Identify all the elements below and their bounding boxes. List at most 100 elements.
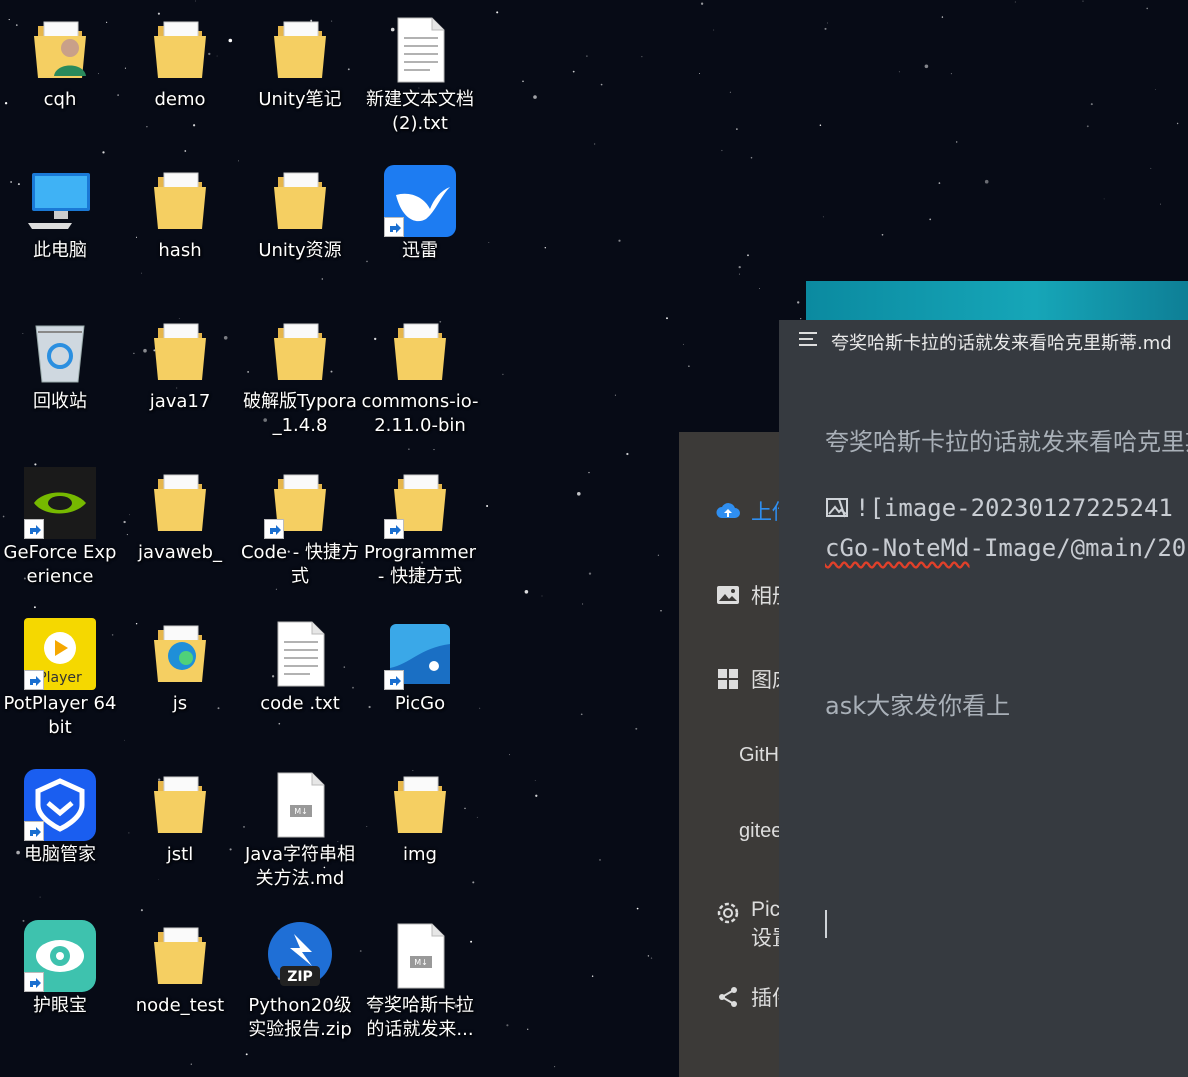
desktop-icon[interactable]: M↓ 夸奖哈斯卡拉的话就发来... bbox=[360, 906, 480, 1056]
desktop-icon-label: code .txt bbox=[260, 693, 340, 714]
desktop-icon-label: img bbox=[403, 844, 437, 865]
desktop-icon[interactable]: js bbox=[120, 604, 240, 754]
shortcut-arrow-icon bbox=[24, 519, 44, 539]
desktop-icon-label: jstl bbox=[166, 844, 194, 865]
editor-titlebar: 夸奖哈斯卡拉的话就发来看哈克里斯蒂.md bbox=[779, 320, 1188, 360]
folder-icon bbox=[144, 467, 216, 539]
document-heading[interactable]: 夸奖哈斯卡拉的话就发来看哈克里斯蒂 bbox=[825, 422, 1188, 457]
desktop-icon[interactable]: img bbox=[360, 755, 480, 905]
image-markdown-line-2[interactable]: cGo-NoteMd-Image/@main/20 bbox=[825, 534, 1186, 562]
desktop-icon-label: GeForce Experience bbox=[3, 542, 117, 587]
nvidia-icon bbox=[24, 467, 96, 539]
desktop-icon-label: Programmer - 快捷方式 bbox=[364, 542, 476, 587]
shortcut-arrow-icon bbox=[24, 972, 44, 992]
desktop-icon-label: demo bbox=[154, 89, 206, 110]
share-icon bbox=[715, 984, 741, 1010]
desktop-icon[interactable]: 护眼宝 bbox=[0, 906, 120, 1056]
desktop-icon-label: js bbox=[172, 693, 188, 714]
desktop-icon-label: Unity资源 bbox=[258, 240, 342, 261]
desktop-icon-label: PotPlayer 64 bit bbox=[3, 693, 117, 738]
paragraph-text[interactable]: ask大家发你看上 bbox=[825, 686, 1010, 721]
desktop-icon-label: commons-io-2.11.0-bin bbox=[361, 391, 479, 436]
desktop-icon[interactable]: Player PotPlayer 64 bit bbox=[0, 604, 120, 754]
broken-image-icon bbox=[825, 497, 851, 519]
desktop-icon[interactable]: 破解版Typora_1.4.8 bbox=[240, 302, 360, 452]
desktop-icon[interactable]: PicGo bbox=[360, 604, 480, 754]
svg-text:Player: Player bbox=[38, 670, 82, 686]
typora-editor-window: 夸奖哈斯卡拉的话就发来看哈克里斯蒂.md 夸奖哈斯卡拉的话就发来看哈克里斯蒂 !… bbox=[779, 320, 1188, 1077]
desktop-icon-label: Code - 快捷方式 bbox=[240, 542, 360, 587]
user-folder-icon bbox=[24, 14, 96, 86]
desktop-icon-label: 新建文本文档 (2).txt bbox=[366, 89, 474, 134]
desktop-icon-label: hash bbox=[158, 240, 202, 261]
desktop-icon[interactable]: cqh bbox=[0, 0, 120, 150]
folder-icon bbox=[384, 467, 456, 539]
desktop-icon[interactable]: javaweb_ bbox=[120, 453, 240, 603]
shortcut-arrow-icon bbox=[384, 670, 404, 690]
text-cursor bbox=[825, 910, 827, 938]
desktop-icon-label: 此电脑 bbox=[33, 240, 87, 261]
text-file-icon bbox=[264, 618, 336, 690]
desktop-icon[interactable]: 新建文本文档 (2).txt bbox=[360, 0, 480, 150]
image-url-text: -Image/@main/20 bbox=[969, 534, 1187, 562]
outline-toggle-icon[interactable] bbox=[799, 330, 821, 348]
shortcut-arrow-icon bbox=[384, 217, 404, 237]
shortcut-arrow-icon bbox=[24, 821, 44, 841]
folder-icon bbox=[264, 14, 336, 86]
spellcheck-error-text: cGo-NoteMd bbox=[825, 534, 970, 562]
desktop-icon[interactable]: hash bbox=[120, 151, 240, 301]
image-markdown-text: ![image-20230127225241 bbox=[855, 494, 1173, 522]
edge-folder-icon bbox=[144, 618, 216, 690]
desktop-icon[interactable]: 迅雷 bbox=[360, 151, 480, 301]
potplayer-icon: Player bbox=[24, 618, 96, 690]
shortcut-arrow-icon bbox=[24, 670, 44, 690]
folder-icon bbox=[144, 769, 216, 841]
markdown-file-icon: M↓ bbox=[384, 920, 456, 992]
gear-icon bbox=[715, 900, 741, 926]
desktop-icon-label: 破解版Typora_1.4.8 bbox=[243, 391, 357, 436]
desktop-icon-label: 迅雷 bbox=[402, 240, 438, 261]
cloud-upload-icon bbox=[715, 498, 741, 524]
desktop-icon[interactable]: Code - 快捷方式 bbox=[240, 453, 360, 603]
desktop-icon-label: Python20级实验报告.zip bbox=[248, 995, 352, 1040]
desktop-icon-label: javaweb_ bbox=[138, 542, 222, 563]
desktop-icon[interactable]: Unity笔记 bbox=[240, 0, 360, 150]
picgo-menu-label: gitee bbox=[739, 820, 783, 842]
desktop-icon[interactable]: node_test bbox=[120, 906, 240, 1056]
folder-icon bbox=[264, 165, 336, 237]
desktop-icon-label: PicGo bbox=[394, 693, 446, 714]
folder-icon bbox=[384, 769, 456, 841]
shortcut-arrow-icon bbox=[264, 519, 284, 539]
desktop-icon[interactable]: demo bbox=[120, 0, 240, 150]
desktop-icon[interactable]: java17 bbox=[120, 302, 240, 452]
desktop-icon[interactable]: 电脑管家 bbox=[0, 755, 120, 905]
desktop-icon-label: 电脑管家 bbox=[24, 844, 96, 865]
desktop-icon[interactable]: commons-io-2.11.0-bin bbox=[360, 302, 480, 452]
picgo-icon bbox=[384, 618, 456, 690]
desktop-icon-label: node_test bbox=[135, 995, 225, 1016]
grid-icon bbox=[715, 666, 741, 692]
svg-text:ZIP: ZIP bbox=[287, 969, 313, 985]
desktop-icon[interactable]: 回收站 bbox=[0, 302, 120, 452]
desktop-icon[interactable]: code .txt bbox=[240, 604, 360, 754]
desktop-icon[interactable]: M↓ Java字符串相关方法.md bbox=[240, 755, 360, 905]
desktop-icon-label: Java字符串相关方法.md bbox=[244, 844, 356, 889]
image-markdown-line[interactable]: ![image-20230127225241 bbox=[825, 494, 1173, 522]
svg-text:M↓: M↓ bbox=[294, 807, 308, 816]
image-icon bbox=[715, 582, 741, 608]
recycle-bin-icon bbox=[24, 316, 96, 388]
desktop-icon[interactable]: GeForce Experience bbox=[0, 453, 120, 603]
desktop-icon[interactable]: 此电脑 bbox=[0, 151, 120, 301]
desktop-icon[interactable]: Programmer - 快捷方式 bbox=[360, 453, 480, 603]
desktop-icon[interactable]: ZIP Python20级实验报告.zip bbox=[240, 906, 360, 1056]
document-title: 夸奖哈斯卡拉的话就发来看哈克里斯蒂.md bbox=[831, 333, 1172, 354]
desktop-icon[interactable]: jstl bbox=[120, 755, 240, 905]
desktop-icon-label: 回收站 bbox=[33, 391, 87, 412]
desktop-icon-label: 夸奖哈斯卡拉的话就发来... bbox=[366, 995, 474, 1040]
folder-icon bbox=[264, 316, 336, 388]
shortcut-arrow-icon bbox=[384, 519, 404, 539]
desktop-icon[interactable]: Unity资源 bbox=[240, 151, 360, 301]
thunder-icon bbox=[384, 165, 456, 237]
pc-manager-icon bbox=[24, 769, 96, 841]
text-file-icon bbox=[384, 14, 456, 86]
